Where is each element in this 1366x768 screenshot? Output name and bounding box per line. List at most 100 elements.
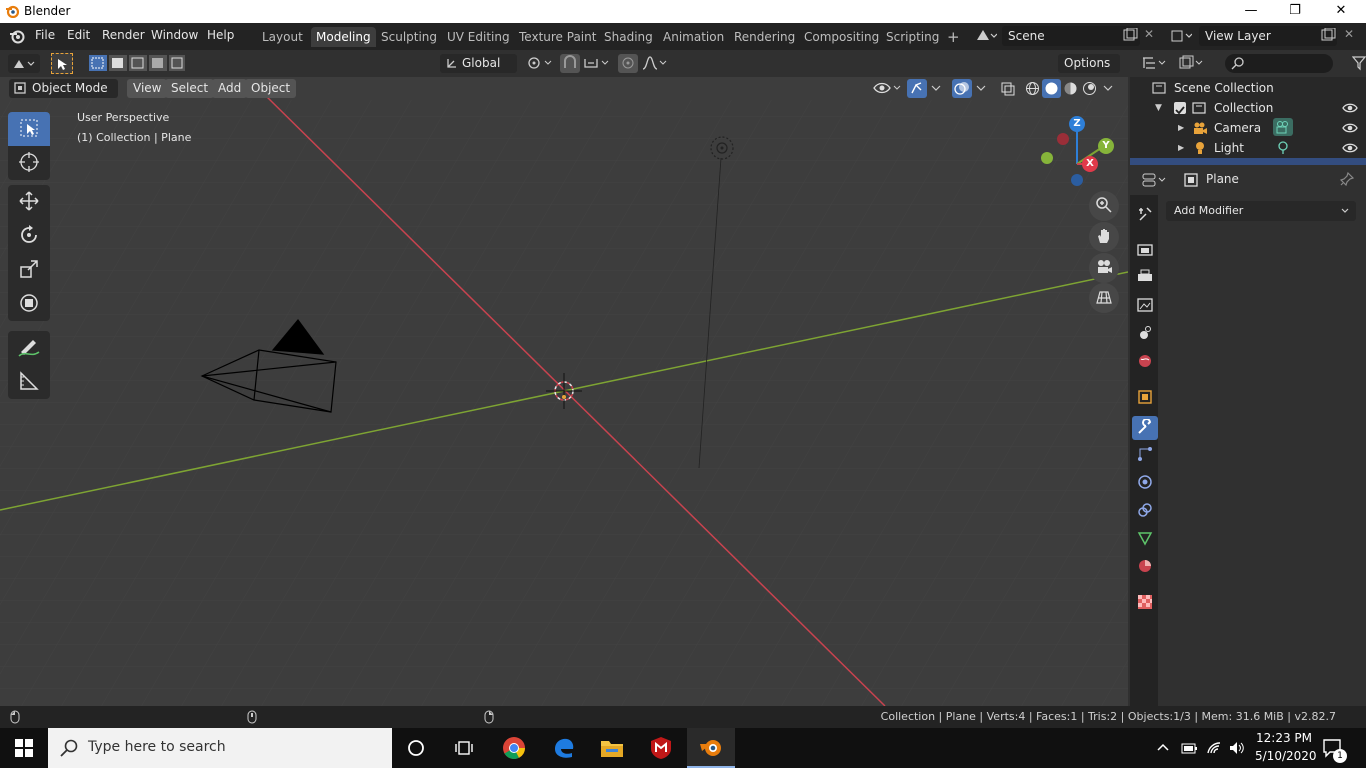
cortana-icon[interactable] (392, 728, 440, 768)
snap-target-icon[interactable] (583, 55, 611, 74)
shading-solid-icon[interactable] (1042, 79, 1061, 98)
close-button[interactable]: ✕ (1318, 0, 1364, 23)
clock-date[interactable]: 5/10/2020 (1255, 749, 1317, 763)
modifier-properties-tab[interactable] (1132, 416, 1158, 440)
falloff-icon[interactable] (641, 55, 669, 74)
tab-sculpting[interactable]: Sculpting (376, 27, 442, 47)
tab-compositing[interactable]: Compositing (799, 27, 884, 47)
tool-scale[interactable] (8, 253, 50, 287)
overlays-toggle-icon[interactable] (952, 79, 972, 98)
tab-texture-paint[interactable]: Texture Paint (514, 27, 601, 47)
tab-uv-editing[interactable]: UV Editing (442, 27, 515, 47)
outliner-item-light[interactable]: ▶ Light (1130, 138, 1366, 158)
ortho-toggle-button[interactable] (1089, 283, 1119, 313)
tool-transform[interactable] (8, 287, 50, 321)
expand-arrow-icon[interactable]: ▼ (1155, 98, 1162, 118)
particles-properties-tab[interactable] (1135, 445, 1155, 465)
menu-help[interactable]: Help (207, 28, 234, 42)
tab-layout[interactable]: Layout (257, 27, 308, 47)
tool-properties-tab[interactable] (1135, 205, 1155, 225)
outliner-selected-row-partial[interactable] (1130, 158, 1366, 165)
3d-viewport[interactable]: Z Y X User Perspective (1) Collection | … (0, 50, 1128, 706)
tool-rotate[interactable] (8, 219, 50, 253)
tool-select-box[interactable] (8, 112, 50, 146)
outliner-collection[interactable]: ▼ Collection (1130, 98, 1366, 118)
tool-move[interactable] (8, 185, 50, 219)
view-layer-field[interactable]: View Layer (1199, 26, 1337, 46)
output-properties-tab[interactable] (1135, 268, 1155, 288)
task-view-icon[interactable] (440, 728, 488, 768)
texture-properties-tab[interactable] (1135, 593, 1155, 613)
scene-icon[interactable] (975, 28, 998, 47)
select-mode-icons[interactable] (89, 55, 185, 74)
overlays-dropdown-icon[interactable] (974, 82, 988, 97)
menu-select[interactable]: Select (165, 79, 215, 98)
file-explorer-icon[interactable] (588, 728, 636, 768)
view-layer-properties-tab[interactable] (1135, 296, 1155, 316)
shading-dropdown-icon[interactable] (1101, 82, 1115, 97)
filter-icon[interactable] (1351, 55, 1366, 74)
zoom-button[interactable] (1089, 191, 1119, 221)
physics-properties-tab[interactable] (1135, 473, 1155, 493)
object-properties-tab[interactable] (1135, 388, 1155, 408)
display-mode-icon[interactable] (1178, 55, 1206, 74)
gizmo-x-axis[interactable]: X (1082, 156, 1098, 172)
shading-rendered-icon[interactable] (1080, 79, 1099, 101)
wifi-icon[interactable] (1205, 740, 1223, 759)
pan-button[interactable] (1089, 222, 1119, 252)
show-hidden-icons[interactable] (1156, 740, 1170, 757)
snap-toggle-icon[interactable] (560, 54, 580, 73)
outliner-editor-type-icon[interactable] (1141, 55, 1169, 74)
taskbar-search-box[interactable]: Type here to search (48, 728, 392, 768)
material-properties-tab[interactable] (1135, 557, 1155, 577)
outliner-search-input[interactable] (1225, 54, 1333, 73)
render-properties-tab[interactable] (1135, 240, 1155, 260)
menu-edit[interactable]: Edit (67, 28, 90, 42)
gizmo-y-axis[interactable]: Y (1098, 138, 1114, 154)
gizmo-dropdown-icon[interactable] (929, 82, 943, 97)
delete-view-layer-icon[interactable]: ✕ (1344, 27, 1354, 41)
pin-icon[interactable] (1339, 171, 1355, 189)
shading-material-icon[interactable] (1061, 79, 1080, 101)
outliner-item-camera[interactable]: ▶ Camera (1130, 118, 1366, 138)
new-scene-icon[interactable] (1122, 27, 1138, 45)
xray-toggle-icon[interactable] (998, 79, 1018, 101)
edge-icon[interactable] (540, 728, 588, 768)
constraints-properties-tab[interactable] (1135, 501, 1155, 521)
menu-render[interactable]: Render (102, 28, 145, 42)
chrome-icon[interactable] (490, 728, 538, 768)
outliner-scene-collection[interactable]: Scene Collection (1130, 78, 1366, 98)
scene-name-field[interactable]: Scene (1002, 26, 1140, 46)
tool-annotate[interactable] (8, 331, 50, 365)
tool-measure[interactable] (8, 365, 50, 399)
blender-menu-icon[interactable] (9, 28, 25, 47)
proportional-edit-icon[interactable] (618, 54, 638, 73)
visibility-toggle-icon[interactable] (872, 79, 904, 101)
mesh-data-properties-tab[interactable] (1135, 529, 1155, 549)
tab-scripting[interactable]: Scripting (881, 27, 944, 47)
options-dropdown[interactable]: Options (1058, 54, 1120, 73)
gizmo-z-axis[interactable]: Z (1069, 116, 1085, 132)
battery-icon[interactable] (1180, 740, 1198, 759)
tab-shading[interactable]: Shading (599, 27, 658, 47)
volume-icon[interactable] (1228, 740, 1246, 759)
minimize-button[interactable]: — (1228, 0, 1274, 23)
delete-scene-icon[interactable]: ✕ (1144, 27, 1154, 41)
properties-editor-type-icon[interactable] (1141, 172, 1169, 191)
clock-time[interactable]: 12:23 PM (1256, 731, 1312, 745)
tab-rendering[interactable]: Rendering (729, 27, 800, 47)
menu-file[interactable]: File (35, 28, 55, 42)
restore-button[interactable]: ❐ (1272, 0, 1318, 23)
shading-wireframe-icon[interactable] (1023, 79, 1042, 101)
select-tool-icon[interactable] (51, 53, 73, 74)
tool-cursor[interactable] (8, 146, 50, 180)
tab-animation[interactable]: Animation (658, 27, 729, 47)
camera-view-button[interactable] (1089, 253, 1119, 283)
menu-add[interactable]: Add (212, 79, 248, 98)
expand-arrow-icon[interactable]: ▶ (1178, 118, 1184, 138)
menu-window[interactable]: Window (151, 28, 198, 42)
pivot-point-icon[interactable] (526, 55, 554, 74)
mcafee-icon[interactable] (637, 728, 685, 768)
scene-properties-tab[interactable] (1135, 324, 1155, 344)
camera-data-icon[interactable] (1273, 118, 1293, 136)
